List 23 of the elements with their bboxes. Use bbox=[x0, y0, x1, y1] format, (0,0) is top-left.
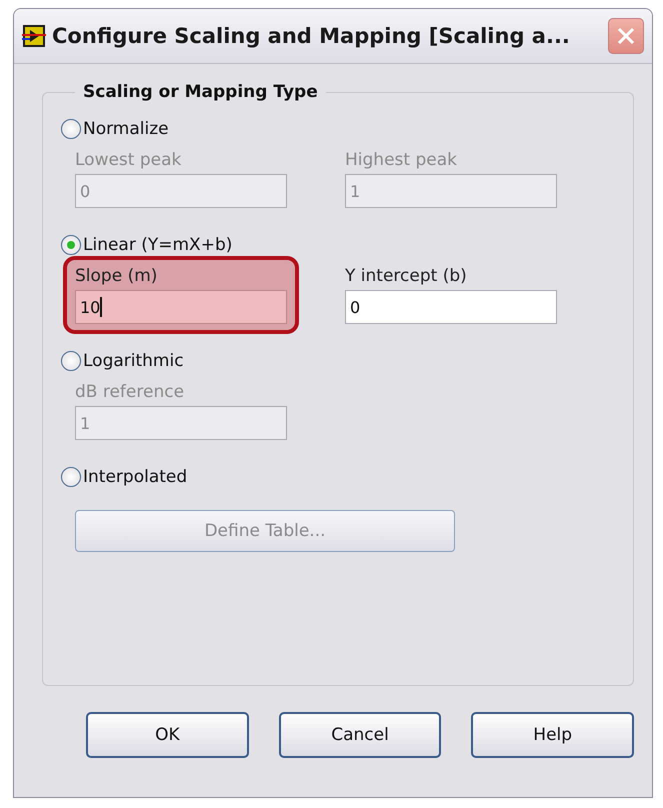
radio-label[interactable]: Linear (Y=mX+b) bbox=[83, 235, 232, 255]
field-label: Slope (m) bbox=[75, 266, 158, 286]
radio-label[interactable]: Logarithmic bbox=[83, 351, 184, 371]
radio-button[interactable] bbox=[61, 351, 81, 371]
input-field[interactable]: 0 bbox=[345, 290, 557, 324]
window-title: Configure Scaling and Mapping [Scaling a... bbox=[52, 24, 571, 48]
close-icon bbox=[615, 25, 637, 47]
radio-label[interactable]: Normalize bbox=[83, 119, 169, 139]
field-label: Highest peak bbox=[345, 150, 458, 170]
radio-button[interactable] bbox=[61, 467, 81, 487]
dialog-button[interactable]: OK bbox=[86, 712, 249, 758]
dialog-button[interactable]: Cancel bbox=[278, 712, 442, 758]
dialog-button[interactable]: Help bbox=[471, 712, 634, 758]
field-label: Y intercept (b) bbox=[345, 266, 468, 286]
radio-label[interactable]: Interpolated bbox=[83, 467, 188, 487]
field-label: dB reference bbox=[75, 382, 186, 402]
input-field[interactable]: 10 bbox=[75, 290, 287, 324]
radio-button[interactable] bbox=[61, 119, 81, 139]
group-title: Scaling or Mapping Type bbox=[82, 82, 319, 102]
field-label: Lowest peak bbox=[75, 150, 182, 170]
radio-button[interactable] bbox=[61, 235, 81, 255]
play-icon bbox=[22, 24, 46, 48]
close-button[interactable] bbox=[608, 18, 644, 54]
